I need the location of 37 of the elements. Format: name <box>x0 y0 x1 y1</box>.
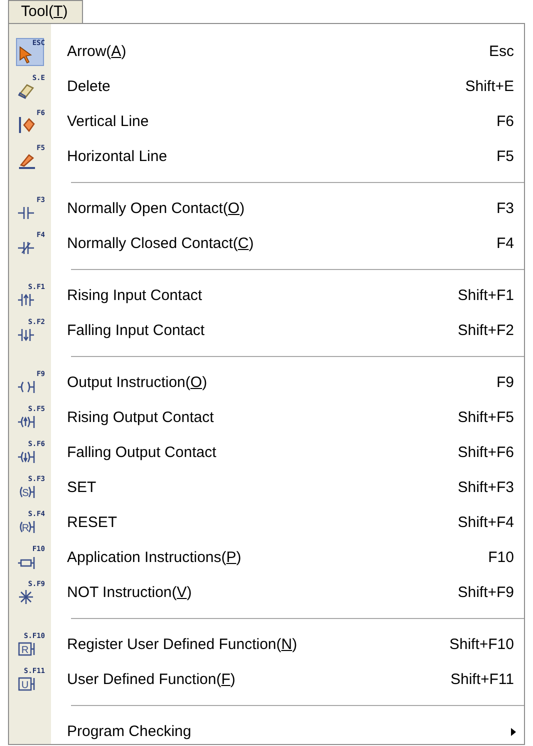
menu-item[interactable]: NOT Instruction(V) <box>51 584 458 601</box>
shortcut-text: F5 <box>496 148 515 165</box>
shortcut-text: Shift+F4 <box>458 514 515 531</box>
shortcut-text: F4 <box>496 235 515 252</box>
menu-item[interactable]: Output Instruction(O) <box>51 374 496 391</box>
shortcut-text: F3 <box>496 200 515 217</box>
menu-item[interactable]: Rising Input Contact <box>51 287 458 304</box>
shortcut-text: Esc <box>488 43 515 60</box>
shortcut-text: Shift+F5 <box>458 409 515 426</box>
menu-item[interactable]: User Defined Function(F) <box>51 671 450 688</box>
menu-item[interactable]: Falling Input Contact <box>51 322 458 339</box>
shortcut-text: Shift+F2 <box>458 322 515 339</box>
shortcut-text: Shift+E <box>465 78 515 95</box>
menu-item[interactable]: Application Instructions(P) <box>51 549 488 566</box>
menu-item[interactable]: Arrow(A) <box>51 43 489 60</box>
shortcut-text: Shift+F10 <box>449 636 515 653</box>
menu-item[interactable]: SET <box>51 479 458 496</box>
shortcut-text: Shift+F3 <box>458 479 515 496</box>
menu-item[interactable]: Normally Closed Contact(C) <box>51 235 496 252</box>
shortcut-text: F6 <box>496 113 515 130</box>
menu-item[interactable]: Rising Output Contact <box>51 409 458 426</box>
shortcut-text: F10 <box>488 549 515 566</box>
menu-item[interactable]: Delete <box>51 78 466 95</box>
menu-item[interactable]: RESET <box>51 514 458 531</box>
shortcut-text: Shift+F11 <box>450 671 515 688</box>
menu-item[interactable]: Normally Open Contact(O) <box>51 200 496 217</box>
shortcut-text: Shift+F6 <box>458 444 515 461</box>
menu-title[interactable]: Tool(T) <box>8 0 83 23</box>
menu-item[interactable]: Vertical Line <box>51 113 496 130</box>
menu-item[interactable]: Register User Defined Function(N) <box>51 636 450 653</box>
arrow-cursor-icon <box>17 44 35 64</box>
shortcut-text: Shift+F9 <box>458 584 515 601</box>
menu-item[interactable]: Program Checking <box>51 723 511 740</box>
menu-item[interactable]: Falling Output Contact <box>51 444 458 461</box>
menu-item[interactable]: Horizontal Line <box>51 148 496 165</box>
shortcut-text: F9 <box>496 374 515 391</box>
shortcut-text: Shift+F1 <box>458 287 515 304</box>
